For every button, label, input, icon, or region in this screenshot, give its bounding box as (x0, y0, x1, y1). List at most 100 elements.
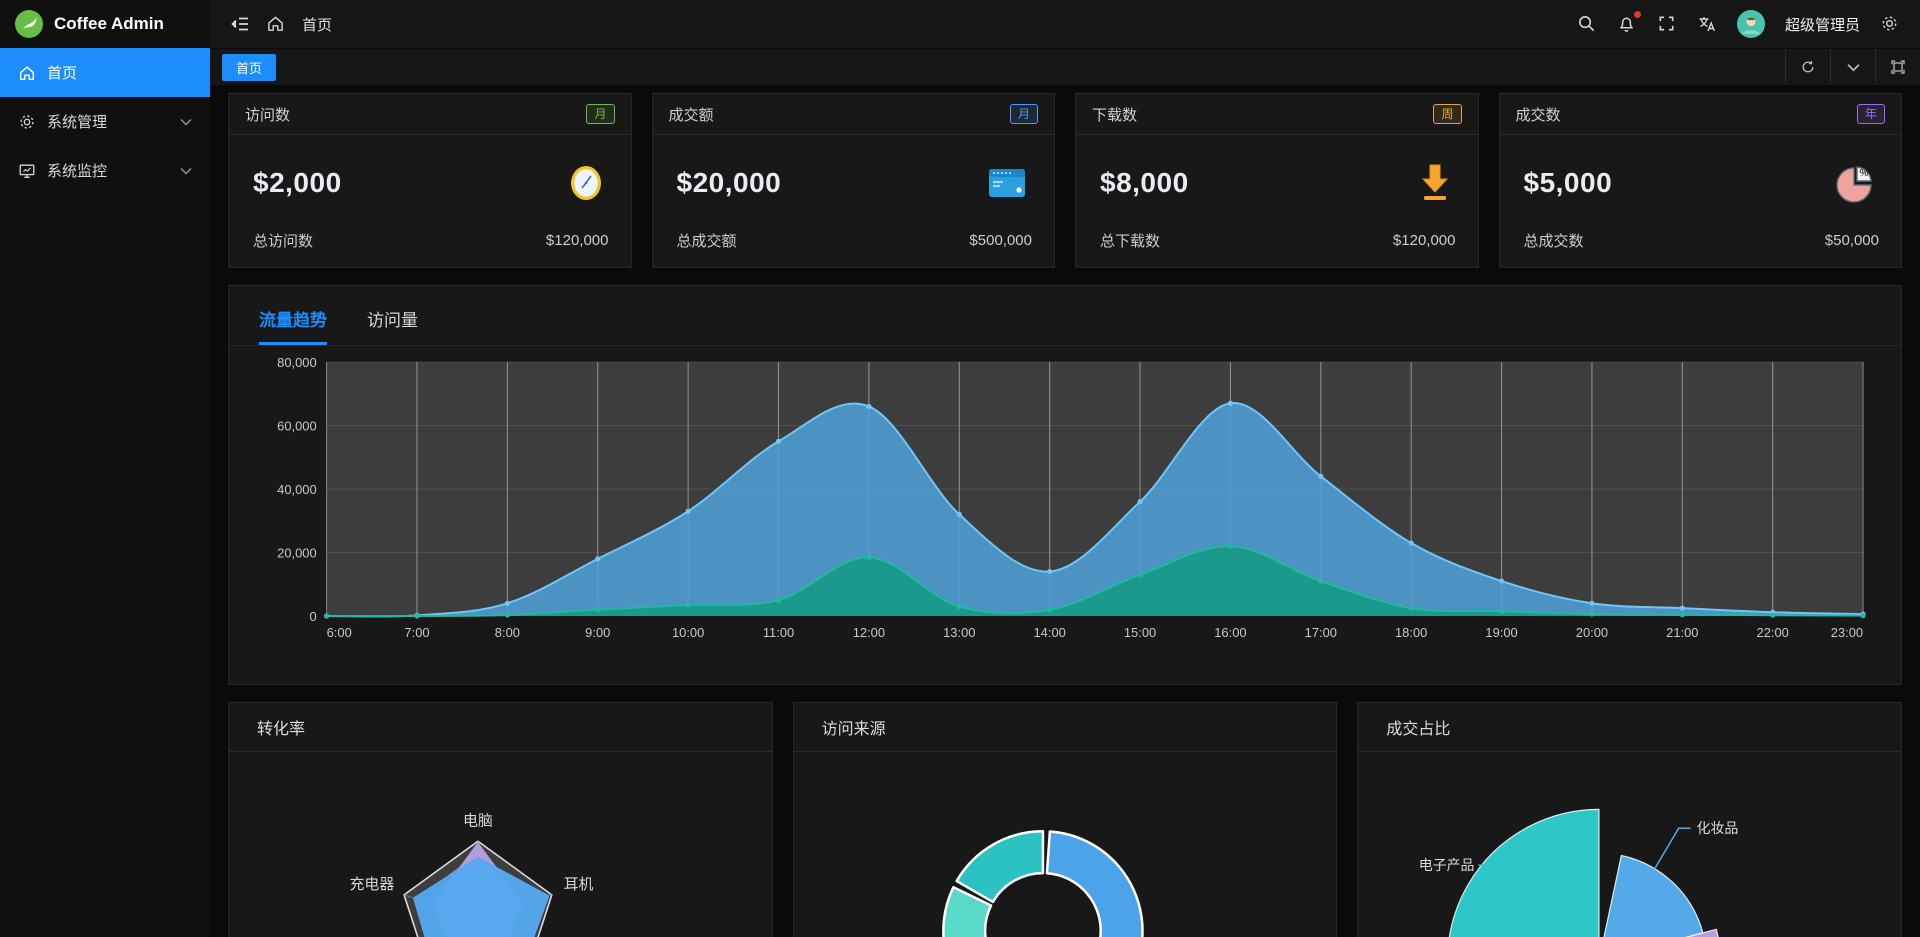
svg-text:0: 0 (309, 609, 316, 624)
refresh-icon[interactable] (1785, 49, 1830, 85)
stat-card-downloads: 下载数 周 $8,000 总下载数 (1075, 93, 1479, 268)
conversion-rate-card: 转化率 电脑耳机充电器 (228, 702, 773, 937)
sidebar-item-label: 系统管理 (47, 111, 107, 132)
search-icon[interactable] (1577, 14, 1597, 34)
svg-text:17:00: 17:00 (1305, 625, 1337, 640)
svg-text:23:00: 23:00 (1831, 625, 1863, 640)
svg-text:10:00: 10:00 (672, 625, 704, 640)
tab-home[interactable]: 首页 (222, 54, 276, 81)
stat-card-row: 访问数 月 $2,000 (228, 93, 1902, 268)
tab-bar: 首页 (210, 48, 1920, 85)
radar-canvas: 电脑耳机充电器 (229, 752, 772, 937)
clock-icon (567, 162, 605, 204)
spring-leaf-logo-icon (14, 9, 44, 39)
card-title: 成交占比 (1386, 715, 1450, 739)
notification-dot (1634, 11, 1641, 18)
svg-text:12:00: 12:00 (853, 625, 885, 640)
trend-chart-canvas: 0 20,000 40,000 60,000 80,000 6:00 7:00 8:00 9:0… (229, 346, 1901, 692)
user-avatar[interactable] (1737, 10, 1765, 38)
stat-footer-value: $120,000 (1393, 232, 1456, 249)
svg-text:8:00: 8:00 (495, 625, 520, 640)
sidebar: Coffee Admin 首页 系统管理 (0, 0, 210, 937)
bottom-card-row: 转化率 电脑耳机充电器 访问来源 成交占比 电子产品化妆品 (228, 702, 1902, 937)
svg-text:22:00: 22:00 (1757, 625, 1789, 640)
svg-text:15:00: 15:00 (1124, 625, 1156, 640)
deal-share-card: 成交占比 电子产品化妆品 (1357, 702, 1902, 937)
period-badge: 年 (1857, 104, 1885, 124)
username[interactable]: 超级管理员 (1785, 14, 1860, 35)
stat-title: 访问数 (245, 104, 290, 125)
stat-value: $20,000 (677, 167, 782, 199)
sidebar-collapse-icon[interactable] (230, 14, 250, 34)
trend-tabs: 流量趋势 访问量 (229, 286, 1901, 346)
pie-percent-icon: % (1833, 162, 1875, 204)
stat-footer-value: $120,000 (546, 232, 609, 249)
sidebar-item-system-management[interactable]: 系统管理 (0, 97, 210, 146)
stat-title: 成交数 (1516, 104, 1561, 125)
donut-canvas (794, 752, 1337, 937)
stat-card-visits: 访问数 月 $2,000 (228, 93, 632, 268)
breadcrumb[interactable]: 首页 (302, 14, 332, 35)
stat-card-turnover: 成交额 月 $20,000 (652, 93, 1056, 268)
stat-title: 下载数 (1092, 104, 1137, 125)
svg-text:20,000: 20,000 (277, 545, 317, 560)
stat-footer-label: 总成交额 (677, 230, 737, 251)
svg-text:80,000: 80,000 (277, 355, 317, 370)
svg-text:11:00: 11:00 (763, 625, 794, 640)
logo-row: Coffee Admin (0, 0, 210, 48)
svg-text:9:00: 9:00 (585, 625, 610, 640)
translate-icon[interactable] (1697, 14, 1717, 34)
period-badge: 周 (1433, 104, 1461, 124)
svg-text:13:00: 13:00 (943, 625, 975, 640)
card-title: 转化率 (257, 715, 305, 739)
sidebar-item-label: 首页 (47, 62, 77, 83)
notification-bell-icon[interactable] (1617, 14, 1637, 34)
monitor-icon (18, 162, 36, 180)
stat-footer-label: 总访问数 (253, 230, 313, 251)
stat-footer-value: $50,000 (1825, 232, 1879, 249)
tab-traffic-trend[interactable]: 流量趋势 (259, 306, 327, 345)
gear-icon (18, 113, 36, 131)
maximize-icon[interactable] (1875, 49, 1920, 85)
credit-card-icon (986, 165, 1028, 201)
chevron-down-icon (180, 162, 192, 179)
page: Coffee Admin 首页 系统管理 (0, 0, 1920, 937)
svg-text:60,000: 60,000 (277, 418, 317, 433)
svg-text:7:00: 7:00 (404, 625, 429, 640)
svg-text:20:00: 20:00 (1576, 625, 1608, 640)
card-title: 访问来源 (822, 715, 886, 739)
top-navbar: 首页 (210, 0, 1920, 48)
svg-text:6:00: 6:00 (327, 625, 352, 640)
tab-visit-volume[interactable]: 访问量 (367, 306, 418, 345)
stat-title: 成交额 (669, 104, 714, 125)
visit-source-card: 访问来源 (793, 702, 1338, 937)
svg-text:14:00: 14:00 (1033, 625, 1065, 640)
fullscreen-icon[interactable] (1657, 14, 1677, 34)
download-icon (1418, 162, 1452, 204)
svg-text:40,000: 40,000 (277, 482, 317, 497)
stat-card-deals: 成交数 年 $5,000 % (1499, 93, 1903, 268)
svg-text:19:00: 19:00 (1485, 625, 1517, 640)
content: 访问数 月 $2,000 (210, 85, 1920, 937)
traffic-trend-card: 流量趋势 访问量 0 20,000 40,000 60,000 80,000 6:00 7:… (228, 285, 1902, 685)
svg-text:18:00: 18:00 (1395, 625, 1427, 640)
breadcrumb-home-icon[interactable] (266, 14, 286, 34)
stat-footer-value: $500,000 (969, 232, 1032, 249)
svg-text:化妆品: 化妆品 (1697, 820, 1739, 836)
svg-text:16:00: 16:00 (1214, 625, 1246, 640)
stat-value: $8,000 (1100, 167, 1189, 199)
stat-value: $2,000 (253, 167, 342, 199)
svg-text:充电器: 充电器 (350, 876, 395, 893)
sidebar-item-home[interactable]: 首页 (0, 48, 210, 97)
period-badge: 月 (586, 104, 614, 124)
sidebar-item-label: 系统监控 (47, 160, 107, 181)
svg-text:21:00: 21:00 (1666, 625, 1698, 640)
chevron-down-icon (180, 113, 192, 130)
stat-footer-label: 总成交数 (1524, 230, 1584, 251)
sidebar-item-system-monitor[interactable]: 系统监控 (0, 146, 210, 195)
svg-text:耳机: 耳机 (564, 876, 594, 893)
home-icon (18, 64, 36, 82)
main-area: 首页 (210, 0, 1920, 937)
settings-gear-icon[interactable] (1880, 14, 1900, 34)
chevron-down-icon[interactable] (1830, 49, 1875, 85)
